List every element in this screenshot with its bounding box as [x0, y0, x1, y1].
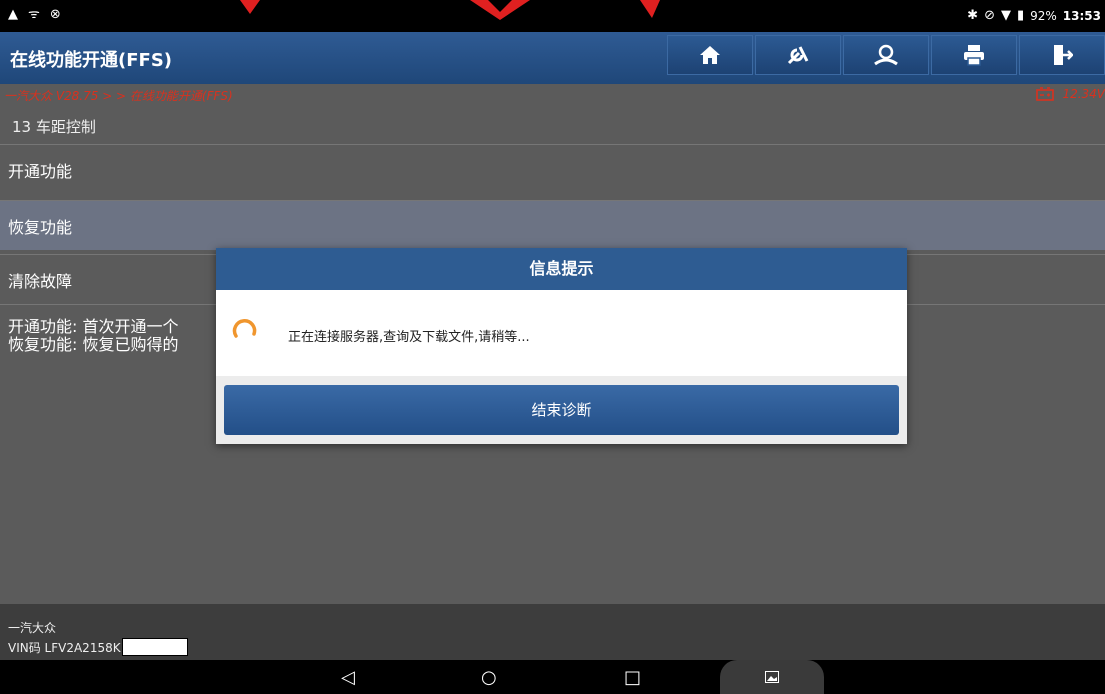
- breadcrumb-bar: 一汽大众 V28.75 > > 在线功能开通(FFS) 12.34V: [0, 84, 1105, 106]
- dialog-message: 正在连接服务器,查询及下载文件,请稍等...: [288, 330, 530, 345]
- home-nav-icon[interactable]: ○: [481, 667, 497, 688]
- exit-button[interactable]: [1019, 35, 1105, 75]
- vin-redaction: [121, 638, 188, 656]
- vehicle-vin: VIN码 LFV2A2158K: [8, 638, 188, 656]
- dialog-body: 正在连接服务器,查询及下载文件,请稍等...: [216, 290, 907, 376]
- menu-item-restore[interactable]: 恢复功能: [0, 200, 1105, 250]
- battery-voltage-icon: [1036, 87, 1055, 101]
- loading-spinner-icon: [232, 319, 257, 338]
- red-arrow-icon: [470, 0, 530, 20]
- screenshot-icon: [765, 671, 779, 683]
- description-text: 开通功能: 首次开通一个 恢复功能: 恢复已购得的: [8, 318, 178, 354]
- menu-item-label: 清除故障: [8, 272, 73, 291]
- menu-item-label: 开通功能: [8, 162, 73, 181]
- status-bar: ▲ ᯤ ⊗ ✱ ⊘ ▼ ▮ 92% 13:53: [0, 0, 1105, 32]
- menu-item-label: 恢复功能: [8, 218, 73, 237]
- dialog-footer: 结束诊断: [216, 376, 907, 444]
- vin-text: VIN码 LFV2A2158K: [8, 640, 121, 655]
- breadcrumb: 一汽大众 V28.75 > > 在线功能开通(FFS): [4, 89, 233, 103]
- red-mark-icon: [240, 0, 260, 14]
- no-signal-icon: ⊘: [984, 8, 995, 23]
- user-icon: [874, 44, 898, 66]
- home-button[interactable]: [667, 35, 753, 75]
- home-icon: [700, 46, 720, 64]
- red-mark-icon: [640, 0, 660, 18]
- page-title: 在线功能开通(FFS): [10, 50, 173, 71]
- system-nav-bar: ◁ ○ □: [0, 660, 1105, 694]
- wifi-icon: ▼: [1000, 8, 1011, 23]
- dialog-title: 信息提示: [216, 248, 907, 290]
- user-button[interactable]: [843, 35, 929, 75]
- app-header: 在线功能开通(FFS): [0, 32, 1105, 84]
- recents-icon[interactable]: □: [624, 667, 641, 688]
- section-title: 13 车距控制: [12, 118, 96, 136]
- exit-icon: [1054, 45, 1073, 65]
- end-diagnosis-button[interactable]: 结束诊断: [224, 385, 899, 435]
- warning-icon: ▲: [8, 7, 18, 22]
- menu-item-activate[interactable]: 开通功能: [0, 144, 1105, 194]
- header-toolbar: [665, 35, 1105, 75]
- battery-icon: ▮: [1016, 8, 1025, 23]
- vehicle-make: 一汽大众: [8, 621, 57, 635]
- bluetooth-icon: ✱: [967, 8, 979, 23]
- section-header: 13 车距控制: [0, 106, 1105, 144]
- print-button[interactable]: [931, 35, 1017, 75]
- voltage-value: 12.34V: [1062, 87, 1105, 101]
- back-icon[interactable]: ◁: [341, 667, 355, 688]
- diagnose-icon: [787, 46, 809, 65]
- usb-icon: ᯤ: [28, 7, 40, 22]
- clock: 13:53: [1062, 9, 1101, 23]
- battery-percent: 92%: [1030, 9, 1057, 23]
- no-disturb-icon: ⊗: [49, 7, 61, 22]
- info-dialog: 信息提示 正在连接服务器,查询及下载文件,请稍等... 结束诊断: [216, 248, 907, 444]
- vehicle-info-footer: 一汽大众 VIN码 LFV2A2158K: [0, 604, 1105, 660]
- description-line-1: 开通功能: 首次开通一个: [8, 317, 179, 336]
- print-icon: [964, 45, 984, 66]
- diagnose-button[interactable]: [755, 35, 841, 75]
- voltage-readout: 12.34V: [1036, 87, 1105, 101]
- description-line-2: 恢复功能: 恢复已购得的: [8, 335, 179, 354]
- screenshot-pill[interactable]: [720, 660, 824, 694]
